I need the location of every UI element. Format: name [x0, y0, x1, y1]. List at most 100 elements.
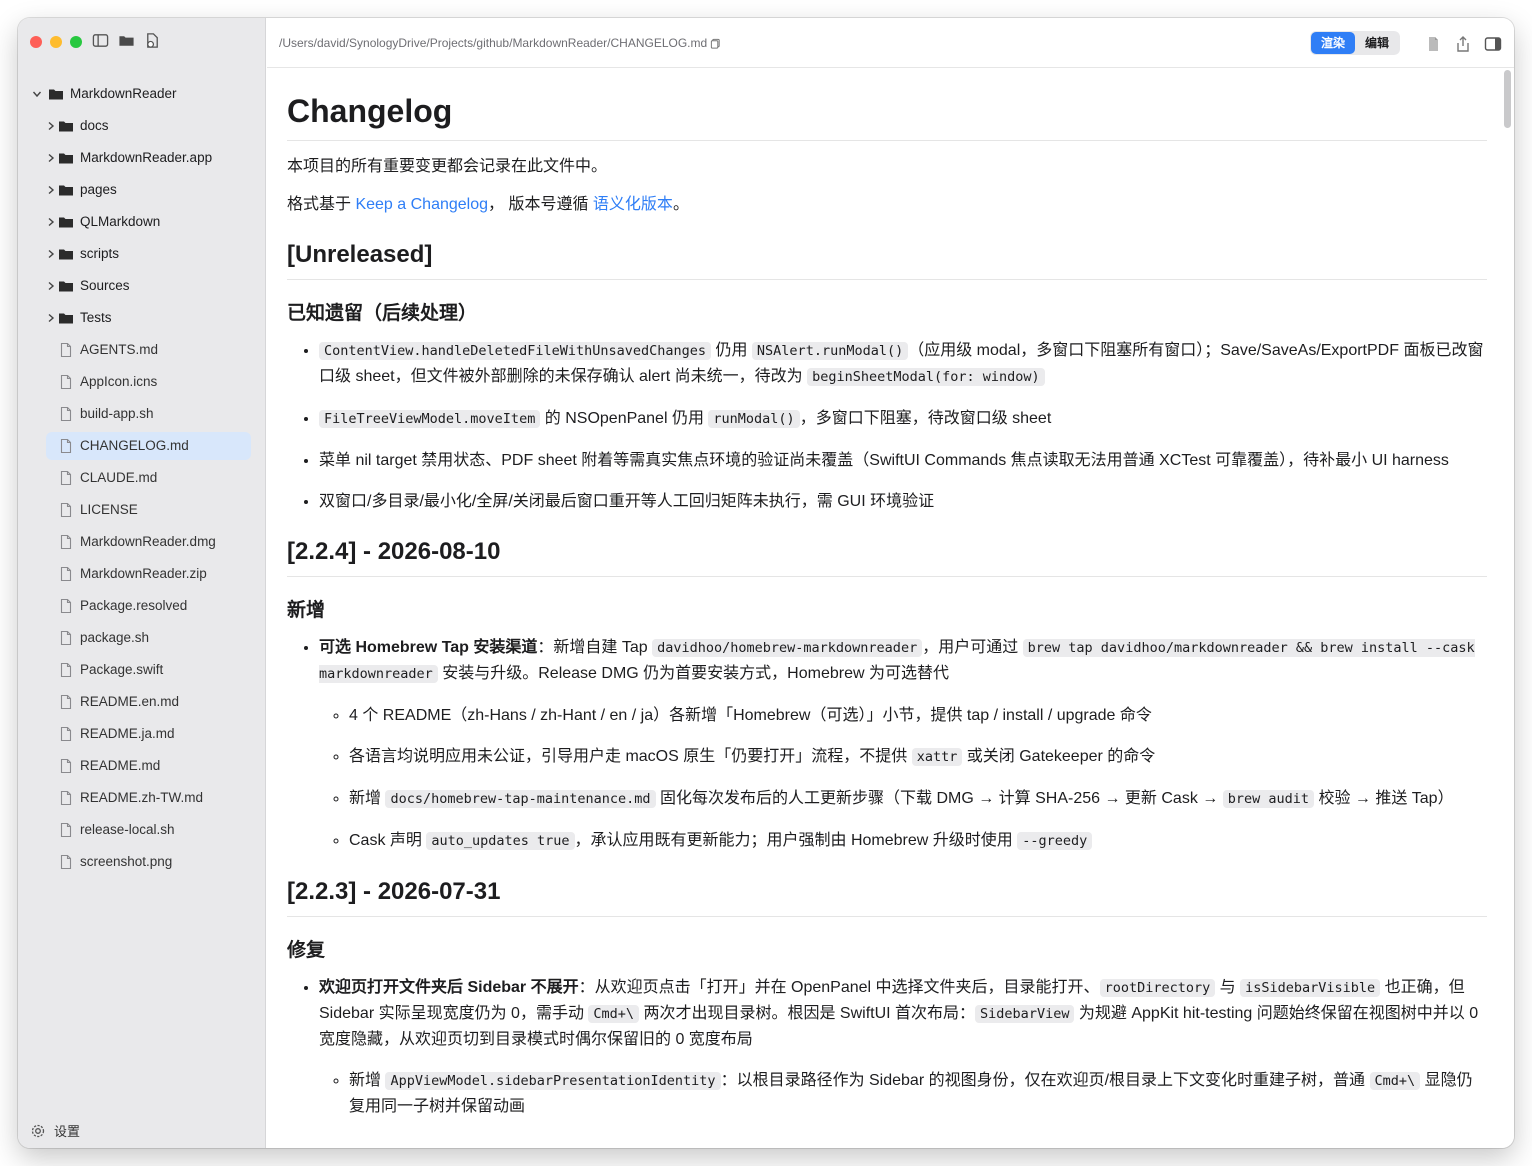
- chevron-right-icon[interactable]: [46, 281, 56, 291]
- text: ，多窗口下阻塞，待改窗口级 sheet: [799, 410, 1052, 427]
- file-path-text: /Users/david/SynologyDrive/Projects/gith…: [279, 36, 708, 50]
- list-item: 菜单 nil target 禁用状态、PDF sheet 附着等需真实焦点环境的…: [319, 448, 1487, 473]
- list-item: 新增 AppViewModel.sidebarPresentationIdent…: [349, 1068, 1487, 1119]
- tree-file-item[interactable]: Package.swift: [18, 654, 265, 686]
- file-icon: [60, 598, 72, 614]
- file-icon: [60, 534, 72, 550]
- tree-file-item[interactable]: package.sh: [18, 622, 265, 654]
- version-224-heading: [2.2.4] - 2026-08-10: [287, 536, 1487, 577]
- file-icon: [60, 822, 72, 838]
- tree-file-item[interactable]: build-app.sh: [18, 398, 265, 430]
- tree-root-folder[interactable]: MarkdownReader: [18, 78, 265, 110]
- tree-folder-item[interactable]: Sources: [18, 270, 265, 302]
- inline-code: auto_updates true: [426, 832, 575, 850]
- new-file-icon[interactable]: [144, 32, 161, 49]
- inline-code: brew audit: [1222, 790, 1314, 808]
- vertical-scrollbar[interactable]: [1504, 70, 1511, 128]
- tree-file-item[interactable]: CLAUDE.md: [18, 462, 265, 494]
- tree-file-item[interactable]: release-local.sh: [18, 814, 265, 846]
- chevron-right-icon[interactable]: [46, 249, 56, 259]
- zoom-window-button[interactable]: [70, 36, 82, 48]
- file-icon: [60, 566, 72, 582]
- copy-icon[interactable]: [710, 38, 721, 49]
- sidebar: MarkdownReader docs MarkdownReader.app page…: [18, 18, 266, 1148]
- tree-file-item[interactable]: MarkdownReader.dmg: [18, 526, 265, 558]
- inline-code: Cmd+\: [1369, 1072, 1421, 1090]
- tree-item-label: pages: [80, 182, 117, 197]
- chevron-right-icon[interactable]: [46, 185, 56, 195]
- inline-code: NSAlert.runModal(): [751, 342, 909, 360]
- export-pdf-icon[interactable]: [1424, 35, 1442, 53]
- tree-file-item[interactable]: AGENTS.md: [18, 334, 265, 366]
- folder-icon: [59, 249, 73, 260]
- keep-a-changelog-link[interactable]: Keep a Changelog: [355, 196, 488, 213]
- render-mode-button[interactable]: 渲染: [1311, 32, 1356, 54]
- chevron-right-icon[interactable]: [46, 217, 56, 227]
- text: ，用户可通过: [922, 639, 1023, 656]
- file-icon: [60, 406, 72, 422]
- chevron-right-icon[interactable]: [46, 121, 56, 131]
- folder-icon: [59, 217, 73, 228]
- tree-file-item[interactable]: README.zh-TW.md: [18, 782, 265, 814]
- tree-folder-item[interactable]: docs: [18, 110, 265, 142]
- inspector-toggle-icon[interactable]: [1484, 35, 1502, 53]
- file-icon: [60, 630, 72, 646]
- tree-item-label: README.ja.md: [80, 726, 175, 741]
- inline-code: beginSheetModal(for: window): [807, 368, 1045, 386]
- semver-link[interactable]: 语义化版本: [593, 196, 673, 213]
- tree-file-item[interactable]: README.en.md: [18, 686, 265, 718]
- tree-file-item[interactable]: LICENSE: [18, 494, 265, 526]
- chevron-down-icon[interactable]: [32, 89, 42, 99]
- tree-file-item[interactable]: README.md: [18, 750, 265, 782]
- close-window-button[interactable]: [30, 36, 42, 48]
- edit-mode-button[interactable]: 编辑: [1355, 32, 1399, 54]
- folder-icon: [59, 185, 73, 196]
- tree-file-item[interactable]: Package.resolved: [18, 590, 265, 622]
- text: 格式基于: [287, 196, 356, 213]
- text: 仍用: [711, 342, 752, 359]
- settings-button[interactable]: 设置: [30, 1121, 80, 1140]
- tree-item-label: build-app.sh: [80, 406, 154, 421]
- text: Cask 声明: [349, 832, 427, 849]
- tree-file-item[interactable]: screenshot.png: [18, 846, 265, 878]
- minimize-window-button[interactable]: [50, 36, 62, 48]
- sidebar-toolbar: [92, 32, 161, 49]
- version-223-heading: [2.2.3] - 2026-07-31: [287, 876, 1487, 917]
- window-controls: [30, 36, 82, 48]
- tree-file-item[interactable]: MarkdownReader.zip: [18, 558, 265, 590]
- share-icon[interactable]: [1454, 35, 1472, 53]
- inline-code: docs/homebrew-tap-maintenance.md: [385, 790, 656, 808]
- text: 与: [1215, 979, 1241, 996]
- unreleased-heading: [Unreleased]: [287, 239, 1487, 280]
- chevron-right-icon[interactable]: [46, 313, 56, 323]
- tree-file-item[interactable]: CHANGELOG.md: [18, 430, 265, 462]
- tree-file-item[interactable]: AppIcon.icns: [18, 366, 265, 398]
- file-path: /Users/david/SynologyDrive/Projects/gith…: [279, 36, 721, 50]
- inline-code: AppViewModel.sidebarPresentationIdentity: [385, 1072, 721, 1090]
- inline-code: rootDirectory: [1099, 979, 1216, 997]
- text: ：新增自建 Tap: [537, 639, 653, 656]
- text: ，承认应用既有更新能力；用户强制由 Homebrew 升级时使用: [574, 832, 1018, 849]
- tree-folder-item[interactable]: MarkdownReader.app: [18, 142, 265, 174]
- text: ， 版本号遵循: [488, 196, 593, 213]
- file-icon: [60, 726, 72, 742]
- tree-item-label: CHANGELOG.md: [80, 438, 189, 453]
- file-icon: [60, 662, 72, 678]
- tree-folder-item[interactable]: QLMarkdown: [18, 206, 265, 238]
- chevron-right-icon[interactable]: [46, 153, 56, 163]
- tree-folder-item[interactable]: Tests: [18, 302, 265, 334]
- tree-item-label: QLMarkdown: [80, 214, 161, 229]
- tree-item-label: AppIcon.icns: [80, 374, 158, 389]
- app-window: MarkdownReader docs MarkdownReader.app page…: [18, 18, 1514, 1148]
- list-item: 各语言均说明应用未公证，引导用户走 macOS 原生「仍要打开」流程，不提供 x…: [349, 744, 1487, 770]
- tree-folder-item[interactable]: pages: [18, 174, 265, 206]
- sidebar-toggle-icon[interactable]: [92, 32, 109, 49]
- nested-list: 新增 AppViewModel.sidebarPresentationIdent…: [319, 1068, 1487, 1119]
- open-folder-icon[interactable]: [118, 32, 135, 49]
- added-heading: 新增: [287, 600, 326, 621]
- tree-folder-item[interactable]: scripts: [18, 238, 265, 270]
- list-item: 双窗口/多目录/最小化/全屏/关闭最后窗口重开等人工回归矩阵未执行，需 GUI …: [319, 489, 1487, 514]
- format-paragraph: 格式基于 Keep a Changelog， 版本号遵循 语义化版本。: [287, 193, 1487, 217]
- tree-file-item[interactable]: README.ja.md: [18, 718, 265, 750]
- tree-item-label: docs: [80, 118, 109, 133]
